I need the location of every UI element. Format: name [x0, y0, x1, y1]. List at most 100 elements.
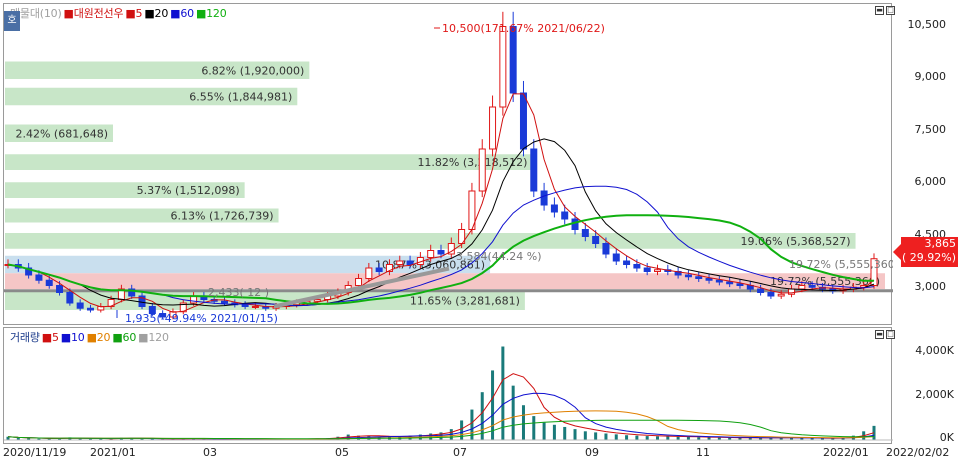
volume-average-line: [7, 373, 875, 440]
volume-legend: 거래량 ■5 ■10 ■20 ■60 ■120: [10, 329, 171, 345]
low-price-annotation: 1,935(-49.94% 2021/01/15): [125, 312, 278, 325]
volume-profile-label: 5.37% (1,512,098): [137, 184, 240, 197]
candle-body: [396, 260, 404, 265]
legend-item: ■대원전선우: [63, 7, 124, 20]
date-tick-label: 09: [585, 446, 599, 459]
legend-item: ■60: [112, 331, 137, 344]
candle-body: [509, 26, 517, 94]
current-price-change: ( 29.92%): [901, 251, 956, 264]
candle-body: [499, 26, 507, 108]
volume-average-line: [7, 392, 875, 440]
volume-profile-label: 6.82% (1,920,000): [201, 64, 304, 77]
candle-body: [35, 274, 43, 281]
legend-item: ■120: [138, 331, 169, 344]
volume-profile-label: 2.42% (681,648): [15, 127, 108, 140]
date-tick-label: 2021/01: [90, 446, 136, 459]
candle-body: [654, 269, 661, 272]
current-price-value: 3,865: [924, 237, 957, 250]
candle-body: [437, 250, 445, 255]
volume-bar: [635, 435, 639, 440]
date-tick-label: 11: [696, 446, 710, 459]
mid-price-annotation: 3,584(44.24 %): [456, 250, 542, 263]
volume-tick-label: 0K: [939, 431, 954, 444]
price-tick-label: 7,500: [914, 122, 947, 136]
price-tag-arrow: [893, 244, 901, 260]
volume-bar: [573, 429, 577, 440]
volume-bar: [542, 422, 546, 440]
candle-body: [581, 229, 589, 237]
volume-bar: [532, 416, 536, 440]
candle-body: [571, 218, 579, 230]
current-price-tag: 3,865 ( 29.92%): [901, 237, 958, 267]
volume-bar: [563, 426, 567, 440]
candle-body: [313, 299, 321, 302]
volume-bar: [656, 436, 659, 440]
chart-mode-button[interactable]: 호: [4, 11, 20, 31]
volume-bar: [460, 420, 464, 440]
volume-bar: [614, 434, 618, 440]
legend-item: ■20: [144, 7, 169, 20]
volume-bar: [604, 433, 608, 440]
candle-body: [695, 276, 703, 279]
candle-body: [45, 279, 53, 286]
candle-body: [602, 243, 610, 255]
candle-body: [251, 306, 259, 308]
candle-body: [736, 283, 744, 286]
candle-body: [355, 278, 363, 286]
candle-body: [757, 288, 765, 293]
candle-body: [489, 106, 497, 150]
candle-body: [767, 292, 775, 297]
volume-bar: [666, 436, 670, 440]
price-tick-label: 10,500: [907, 17, 947, 31]
candle-body: [808, 285, 816, 288]
volume-chart-pane[interactable]: 거래량 ■5 ■10 ■20 ■60 ■120 ▬ □: [3, 327, 895, 444]
legend-item: ■5: [125, 7, 143, 20]
candle-body: [478, 148, 486, 192]
price-chart-pane[interactable]: 6.82% (1,920,000) 6.55% (1,844,981) 2.42% …: [3, 3, 895, 325]
volume-chart-svg: [4, 346, 893, 441]
candle-body: [643, 267, 651, 272]
volume-bar: [625, 435, 629, 440]
candle-body: [550, 204, 558, 213]
maximize-icon[interactable]: □: [886, 6, 895, 15]
minimize-icon[interactable]: ▬: [875, 6, 884, 15]
volume-profile-label: 11.65% (3,281,681): [410, 294, 520, 307]
volume-bar: [491, 370, 495, 440]
candle-body: [365, 267, 373, 279]
candle-body: [375, 267, 383, 272]
candle-body: [540, 190, 548, 206]
candle-body: [241, 304, 249, 307]
minimize-icon[interactable]: ▬: [875, 330, 884, 339]
date-tick-label: 07: [453, 446, 467, 459]
volume-tick-label: 2,000K: [915, 387, 954, 401]
volume-tick-label: 4,000K: [915, 344, 954, 358]
volume-profile-label: 11.82% (3,218,512): [417, 156, 527, 169]
volume-profile-label: 6.55% (1,844,981): [189, 91, 292, 104]
legend-item: ■60: [170, 7, 194, 20]
right-annotation: 19.72% (5,555,360): [789, 258, 893, 271]
candle-body: [726, 281, 734, 285]
small-annotation: 2,433( 12 ): [208, 286, 269, 299]
candle-body: [788, 288, 796, 295]
candle-body: [406, 260, 414, 265]
candle-body: [705, 278, 713, 281]
legend-item: 거래량: [10, 331, 40, 344]
legend-item: ■10: [60, 331, 85, 344]
legend-item: ■120: [195, 7, 227, 20]
volume-bar: [521, 405, 525, 440]
candle-body: [633, 264, 641, 269]
candle-body: [798, 285, 806, 290]
high-price-annotation: 10,500(171.67% 2021/06/22): [442, 22, 605, 35]
candle-body: [519, 92, 527, 150]
volume-bar: [645, 436, 649, 440]
candle-body: [66, 292, 74, 304]
candle-body: [221, 300, 228, 304]
candle-body: [56, 285, 64, 293]
price-tick-label: 6,000: [914, 175, 947, 188]
candle-body: [715, 279, 723, 283]
candle-body: [684, 274, 692, 278]
volume-bar: [583, 431, 587, 440]
date-tick-label: 2020/11/19: [3, 446, 67, 459]
volume-bar: [511, 385, 515, 440]
maximize-icon[interactable]: □: [886, 330, 895, 339]
